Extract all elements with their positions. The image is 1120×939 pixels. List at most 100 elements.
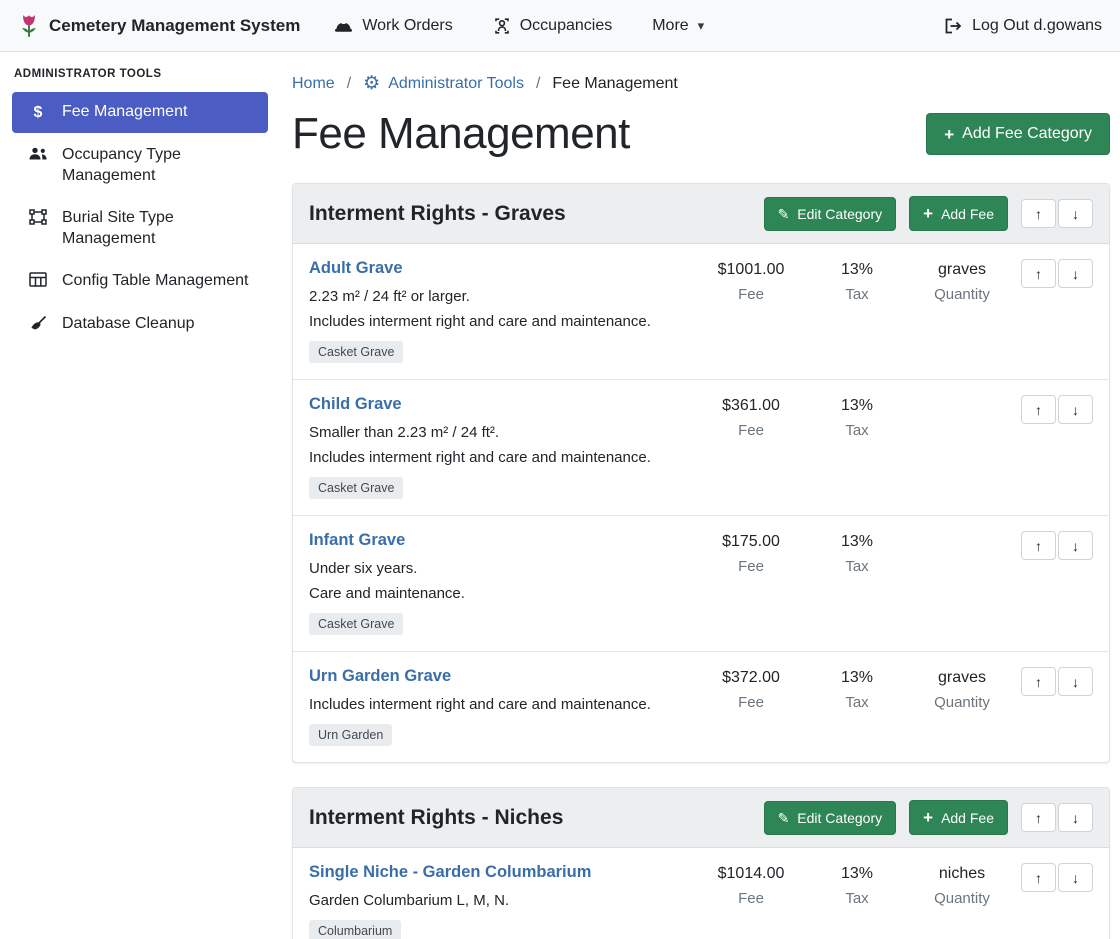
sidebar-item-database-cleanup[interactable]: Database Cleanup: [12, 304, 268, 344]
gear-icon: ⚙: [363, 74, 380, 93]
category-reorder-controls: ↑ ↓: [1021, 199, 1093, 228]
move-fee-down-button[interactable]: ↓: [1058, 259, 1093, 288]
fee-amount-label: Fee: [695, 890, 807, 907]
fee-type-badge: Urn Garden: [309, 724, 392, 746]
move-category-up-button[interactable]: ↑: [1021, 803, 1056, 832]
move-fee-up-button[interactable]: ↑: [1021, 395, 1056, 424]
breadcrumb-admin-tools-link[interactable]: ⚙ Administrator Tools: [363, 74, 524, 93]
move-fee-down-button[interactable]: ↓: [1058, 863, 1093, 892]
edit-category-label: Edit Category: [797, 810, 882, 826]
fee-amount-col: $372.00 Fee: [695, 667, 807, 711]
breadcrumb-separator: /: [347, 75, 351, 93]
nav-item-work-orders[interactable]: Work Orders: [334, 17, 452, 35]
fee-category-actions: ✎ Edit Category + Add Fee ↑ ↓: [764, 196, 1093, 231]
move-category-down-button[interactable]: ↓: [1058, 199, 1093, 228]
fee-tax-label: Tax: [807, 694, 907, 711]
logout-link[interactable]: Log Out d.gowans: [944, 17, 1102, 35]
fee-amount-col: $361.00 Fee: [695, 395, 807, 439]
fee-amount-label: Fee: [695, 558, 807, 575]
hard-hat-icon: [334, 18, 353, 34]
breadcrumb: Home / ⚙ Administrator Tools / Fee Manag…: [292, 68, 1110, 93]
move-category-up-button[interactable]: ↑: [1021, 199, 1056, 228]
nav-item-more[interactable]: More ▾: [652, 17, 704, 35]
fee-amount: $372.00: [695, 669, 807, 687]
fee-amount-col: $1001.00 Fee: [695, 259, 807, 303]
category-reorder-controls: ↑ ↓: [1021, 803, 1093, 832]
fee-amount-label: Fee: [695, 422, 807, 439]
fee-description: Smaller than 2.23 m² / 24 ft².: [309, 424, 687, 441]
sidebar-item-label: Config Table Management: [62, 271, 249, 291]
move-fee-down-button[interactable]: ↓: [1058, 667, 1093, 696]
fee-amount: $175.00: [695, 533, 807, 551]
fee-description: Under six years.: [309, 560, 687, 577]
fee-tax: 13%: [807, 865, 907, 883]
fee-quantity-label: Quantity: [907, 694, 1017, 711]
add-fee-category-button[interactable]: + Add Fee Category: [926, 113, 1110, 155]
move-fee-up-button[interactable]: ↑: [1021, 667, 1056, 696]
dollar-icon: $: [28, 102, 48, 123]
fee-amount-col: $1014.00 Fee: [695, 863, 807, 907]
add-fee-category-label: Add Fee Category: [962, 125, 1092, 143]
add-fee-label: Add Fee: [941, 810, 994, 826]
table-icon: [28, 271, 48, 287]
move-fee-up-button[interactable]: ↑: [1021, 863, 1056, 892]
plus-icon: +: [923, 205, 933, 222]
brand-link[interactable]: Cemetery Management System: [18, 13, 300, 39]
fee-details: Urn Garden Grave Includes interment righ…: [309, 667, 695, 746]
fee-amount-label: Fee: [695, 286, 807, 303]
move-fee-down-button[interactable]: ↓: [1058, 395, 1093, 424]
fee-description: Care and maintenance.: [309, 585, 687, 602]
sidebar-item-config-table-management[interactable]: Config Table Management: [12, 261, 268, 301]
breadcrumb-home-link[interactable]: Home: [292, 75, 335, 93]
fee-quantity-label: Quantity: [907, 890, 1017, 907]
fee-amount-label: Fee: [695, 694, 807, 711]
breadcrumb-current: Fee Management: [552, 75, 677, 93]
fee-quantity: graves: [907, 669, 1017, 687]
fee-category-card: Interment Rights - Graves ✎ Edit Categor…: [292, 183, 1110, 763]
pencil-icon: ✎: [778, 207, 790, 221]
fee-name-link[interactable]: Infant Grave: [309, 531, 405, 550]
vector-square-icon: [28, 208, 48, 225]
fee-category-title: Interment Rights - Graves: [309, 202, 764, 226]
fee-name-link[interactable]: Single Niche - Garden Columbarium: [309, 863, 591, 882]
sidebar-item-burial-site-type-management[interactable]: Burial Site Type Management: [12, 198, 268, 259]
sidebar-item-occupancy-type-management[interactable]: Occupancy Type Management: [12, 135, 268, 196]
fee-details: Child Grave Smaller than 2.23 m² / 24 ft…: [309, 395, 695, 499]
people-icon: [28, 145, 48, 161]
fee-row: Urn Garden Grave Includes interment righ…: [293, 651, 1109, 762]
fee-amount: $361.00: [695, 397, 807, 415]
fee-list: Adult Grave 2.23 m² / 24 ft² or larger. I…: [293, 244, 1109, 762]
edit-category-button[interactable]: ✎ Edit Category: [764, 801, 897, 835]
add-fee-button[interactable]: + Add Fee: [909, 800, 1008, 835]
fee-description: Includes interment right and care and ma…: [309, 696, 687, 713]
sidebar-item-label: Occupancy Type Management: [62, 145, 256, 186]
pencil-icon: ✎: [778, 811, 790, 825]
sidebar-item-fee-management[interactable]: $ Fee Management: [12, 92, 268, 133]
fee-tax-col: 13% Tax: [807, 863, 907, 907]
fee-description: Includes interment right and care and ma…: [309, 449, 687, 466]
fee-name-link[interactable]: Adult Grave: [309, 259, 403, 278]
fee-quantity-label: Quantity: [907, 286, 1017, 303]
move-fee-up-button[interactable]: ↑: [1021, 259, 1056, 288]
add-fee-label: Add Fee: [941, 206, 994, 222]
fee-description: 2.23 m² / 24 ft² or larger.: [309, 288, 687, 305]
fee-tax-label: Tax: [807, 286, 907, 303]
sidebar: ADMINISTRATOR TOOLS $ Fee Management Occ…: [0, 52, 280, 346]
nav-item-occupancies[interactable]: Occupancies: [493, 17, 613, 35]
move-fee-down-button[interactable]: ↓: [1058, 531, 1093, 560]
fee-tax: 13%: [807, 669, 907, 687]
fee-name-link[interactable]: Urn Garden Grave: [309, 667, 451, 686]
move-fee-up-button[interactable]: ↑: [1021, 531, 1056, 560]
fee-amount: $1001.00: [695, 261, 807, 279]
fee-quantity-col: graves Quantity: [907, 667, 1017, 711]
fee-row: Child Grave Smaller than 2.23 m² / 24 ft…: [293, 379, 1109, 515]
edit-category-button[interactable]: ✎ Edit Category: [764, 197, 897, 231]
top-navbar: Cemetery Management System Work Orders: [0, 0, 1120, 52]
fee-category-header: Interment Rights - Niches ✎ Edit Categor…: [293, 788, 1109, 848]
fee-name-link[interactable]: Child Grave: [309, 395, 402, 414]
move-category-down-button[interactable]: ↓: [1058, 803, 1093, 832]
add-fee-button[interactable]: + Add Fee: [909, 196, 1008, 231]
fee-quantity-col: graves Quantity: [907, 259, 1017, 303]
fee-tax-label: Tax: [807, 422, 907, 439]
category-list: Interment Rights - Graves ✎ Edit Categor…: [292, 183, 1110, 939]
